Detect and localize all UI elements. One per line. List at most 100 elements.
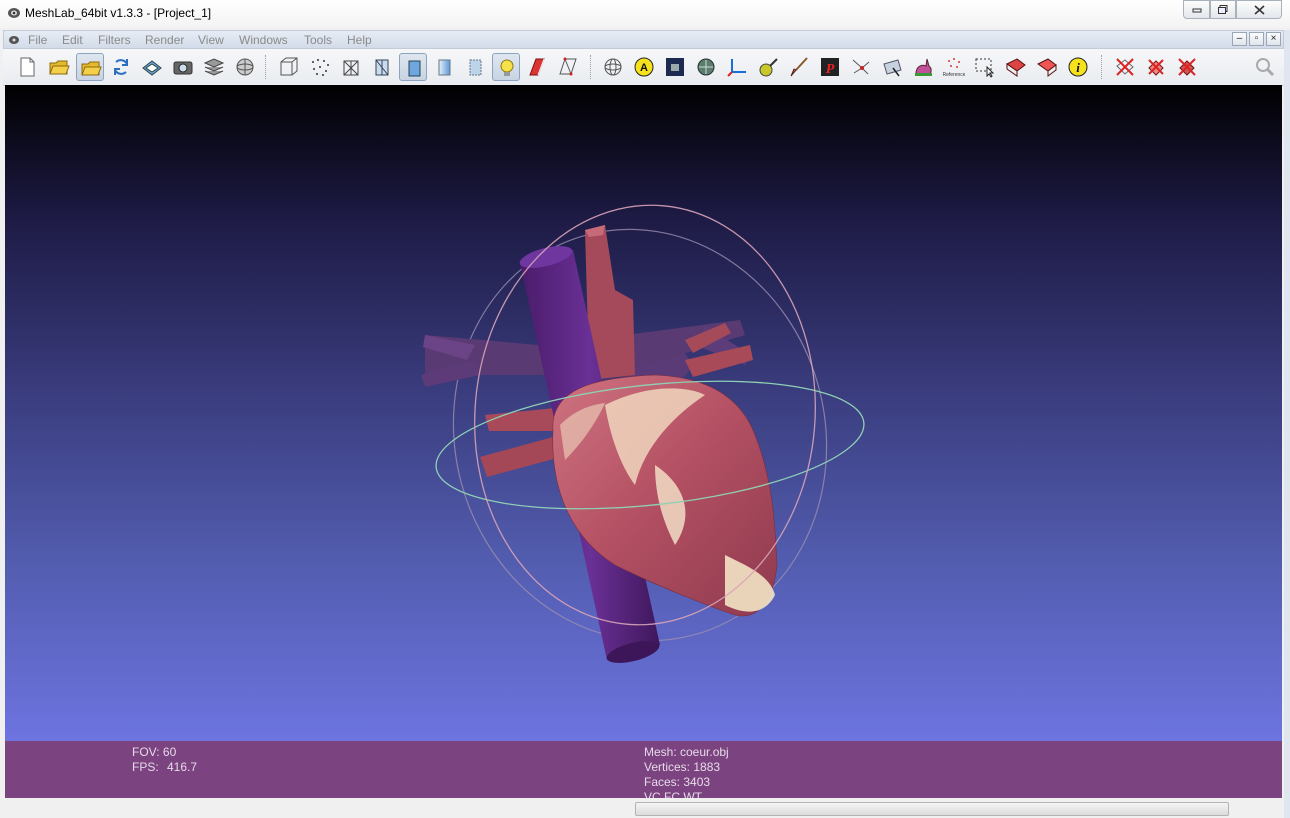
mesh-flags: VC FC WT xyxy=(644,790,702,798)
texture-icon xyxy=(469,59,482,76)
bunny-button[interactable] xyxy=(909,53,937,81)
open-project-button[interactable] xyxy=(76,53,104,81)
close-button[interactable] xyxy=(1236,0,1282,19)
delete-vertex-icon xyxy=(1116,58,1134,76)
points-button[interactable] xyxy=(306,53,334,81)
menu-windows[interactable]: Windows xyxy=(239,33,288,47)
align-button[interactable] xyxy=(847,53,875,81)
restore-button[interactable] xyxy=(1210,0,1236,19)
minimize-icon xyxy=(1192,8,1201,13)
annotation-icon: A xyxy=(634,57,654,77)
search-button[interactable] xyxy=(1251,53,1279,81)
delete-vertex-button[interactable] xyxy=(1111,53,1139,81)
horizontal-scrollbar[interactable] xyxy=(635,802,1229,816)
menu-filters[interactable]: Filters xyxy=(98,33,131,47)
mdi-restore-button[interactable]: ▫ xyxy=(1249,32,1264,46)
globe-button[interactable] xyxy=(231,53,259,81)
close-icon xyxy=(1253,5,1265,15)
paint-button[interactable] xyxy=(754,53,782,81)
menu-tools[interactable]: Tools xyxy=(304,33,332,47)
hidden-lines-button[interactable] xyxy=(368,53,396,81)
delete-face-vertex-button[interactable] xyxy=(1173,53,1201,81)
select-vertex-icon xyxy=(1006,58,1026,77)
smooth-shading-icon xyxy=(438,59,451,76)
axis-icon xyxy=(727,59,746,77)
backface-button[interactable] xyxy=(523,53,551,81)
reference-button[interactable]: Reference xyxy=(940,53,968,81)
delete-face-vertex-icon xyxy=(1178,58,1196,76)
fov-label: FOV: 60 xyxy=(132,745,177,759)
menu-help[interactable]: Help xyxy=(347,33,372,47)
new-document-icon xyxy=(20,57,35,77)
pickpoints-button[interactable]: P xyxy=(816,53,844,81)
menu-edit[interactable]: Edit xyxy=(62,33,83,47)
main-toolbar: A P Reference i xyxy=(3,49,1284,86)
flat-shading-icon xyxy=(408,60,421,77)
snapshot-button[interactable] xyxy=(169,53,197,81)
info-icon: i xyxy=(1068,57,1088,77)
delete-face-icon xyxy=(1148,59,1164,76)
svg-text:P: P xyxy=(826,62,835,77)
open-button[interactable] xyxy=(45,53,73,81)
wireframe-button[interactable] xyxy=(337,53,365,81)
3d-viewport[interactable] xyxy=(5,85,1282,741)
brush-icon xyxy=(790,57,808,77)
svg-text:A: A xyxy=(640,62,648,74)
reload-button[interactable] xyxy=(107,53,135,81)
trackball-icon xyxy=(604,58,622,76)
globe-icon xyxy=(236,58,254,76)
axis-button[interactable] xyxy=(723,53,751,81)
measure-icon xyxy=(697,58,715,76)
trackball-button[interactable] xyxy=(599,53,627,81)
save-button[interactable] xyxy=(138,53,166,81)
meshlab-logo-icon xyxy=(7,6,21,25)
image-button[interactable] xyxy=(661,53,689,81)
annotation-button[interactable]: A xyxy=(630,53,658,81)
points-icon xyxy=(312,59,329,76)
vertex-count: Vertices: 1883 xyxy=(644,760,721,774)
bounding-box-button[interactable] xyxy=(275,53,303,81)
brush-button[interactable] xyxy=(785,53,813,81)
minimize-button[interactable] xyxy=(1183,0,1210,19)
select-rect-icon xyxy=(975,58,995,78)
measure-button[interactable] xyxy=(692,53,720,81)
menu-file[interactable]: File xyxy=(28,33,47,47)
menu-view[interactable]: View xyxy=(198,33,224,47)
selected-faces-icon xyxy=(559,57,577,76)
select-faces-button[interactable] xyxy=(1033,53,1061,81)
mdi-close-button[interactable]: × xyxy=(1266,32,1281,46)
selected-faces-button[interactable] xyxy=(554,53,582,81)
fps-label: FPS: xyxy=(132,760,159,774)
open-project-icon xyxy=(81,61,102,76)
window-title: MeshLab_64bit v1.3.3 - [Project_1] xyxy=(25,6,212,20)
light-button[interactable] xyxy=(492,53,520,81)
svg-text:Reference: Reference xyxy=(943,72,965,78)
hidden-lines-icon xyxy=(375,59,389,76)
status-bar xyxy=(0,798,1290,818)
smooth-shading-button[interactable] xyxy=(430,53,458,81)
pickpoints-icon: P xyxy=(821,58,839,77)
select-rect-button[interactable] xyxy=(971,53,999,81)
mdi-minimize-button[interactable]: – xyxy=(1232,32,1247,46)
svg-text:i: i xyxy=(1076,60,1080,75)
paint-icon xyxy=(759,58,778,77)
select-vertex-button[interactable] xyxy=(1002,53,1030,81)
face-count: Faces: 3403 xyxy=(644,775,711,789)
menu-render[interactable]: Render xyxy=(145,33,184,47)
title-bar: MeshLab_64bit v1.3.3 - [Project_1] xyxy=(0,0,1290,28)
new-document-button[interactable] xyxy=(13,53,41,81)
texture-button[interactable] xyxy=(461,53,489,81)
snapshot-icon xyxy=(173,61,193,75)
window-right-edge xyxy=(1284,30,1290,818)
manipulate-button[interactable] xyxy=(878,53,906,81)
delete-face-button[interactable] xyxy=(1142,53,1170,81)
info-button[interactable]: i xyxy=(1064,53,1092,81)
align-icon xyxy=(852,59,870,75)
backface-icon xyxy=(529,58,545,76)
layers-button[interactable] xyxy=(200,53,228,81)
reload-icon xyxy=(114,59,128,75)
open-folder-icon xyxy=(49,60,70,75)
flat-shading-button[interactable] xyxy=(399,53,427,81)
save-icon xyxy=(142,60,162,76)
manipulate-icon xyxy=(883,59,902,77)
